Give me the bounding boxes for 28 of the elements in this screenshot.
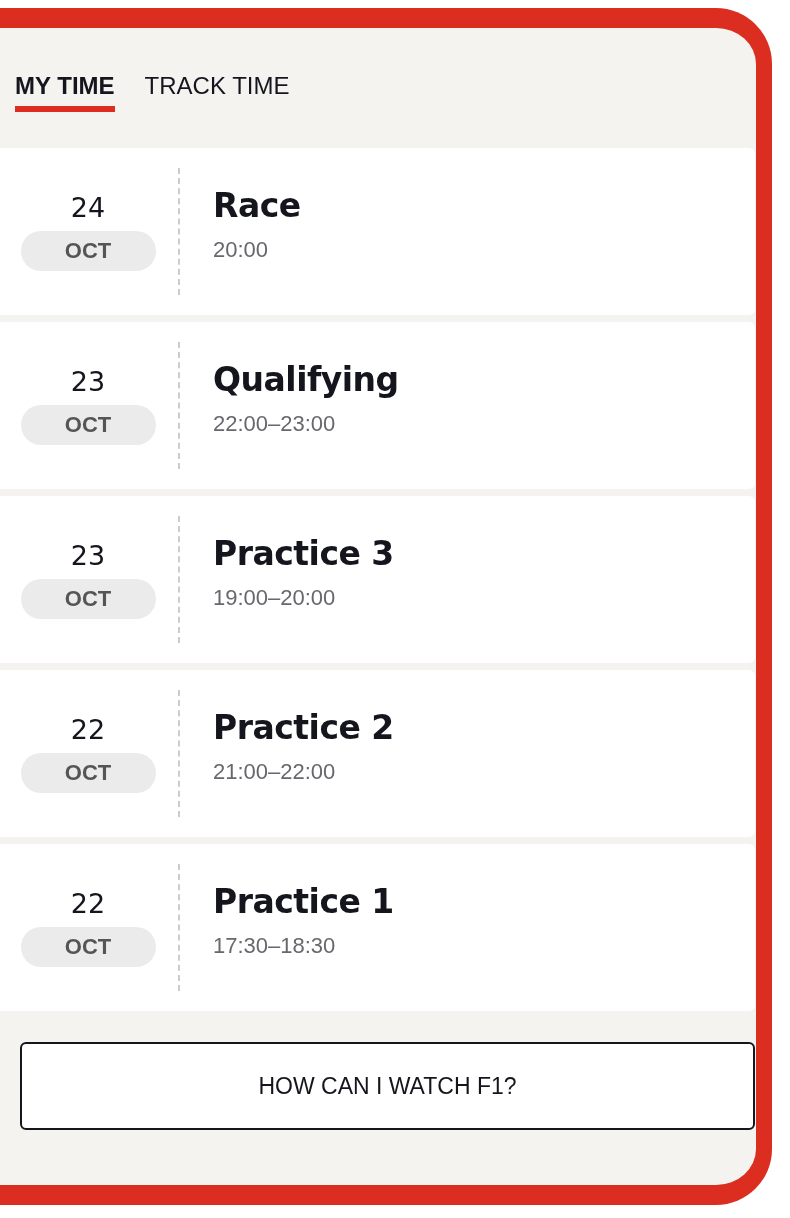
date-day: 24 xyxy=(70,192,106,223)
tab[interactable]: TRACK TIME xyxy=(144,72,290,112)
session-name: Race xyxy=(213,186,301,225)
session-card[interactable]: 23 OCT Qualifying 22:00–23:00 xyxy=(0,322,755,489)
month-badge: OCT xyxy=(20,231,156,271)
session-time: 21:00–22:00 xyxy=(213,759,337,785)
watch-button[interactable]: HOW CAN I WATCH F1? xyxy=(20,1042,755,1130)
session-card[interactable]: 23 OCT Practice 3 19:00–20:00 xyxy=(0,496,755,663)
session-card[interactable]: 22 OCT Practice 2 21:00–22:00 xyxy=(0,670,755,837)
session-time: 22:00–23:00 xyxy=(213,411,337,437)
date-day: 22 xyxy=(70,714,106,745)
session-name: Qualifying xyxy=(213,360,399,399)
session-time: 17:30–18:30 xyxy=(213,933,337,959)
month-badge: OCT xyxy=(20,753,156,793)
month-badge: OCT xyxy=(20,927,156,967)
date-day: 23 xyxy=(70,366,106,397)
session-time: 20:00 xyxy=(213,237,270,263)
session-name: Practice 1 xyxy=(213,882,394,921)
session-card[interactable]: 22 OCT Practice 1 17:30–18:30 xyxy=(0,844,755,1011)
session-card[interactable]: 24 OCT Race 20:00 xyxy=(0,148,755,315)
date-day: 22 xyxy=(70,888,106,919)
tab[interactable]: MY TIME xyxy=(15,72,115,112)
session-time: 19:00–20:00 xyxy=(213,585,337,611)
session-name: Practice 2 xyxy=(213,708,394,747)
month-badge: OCT xyxy=(20,579,156,619)
date-day: 23 xyxy=(70,540,106,571)
session-name: Practice 3 xyxy=(213,534,394,573)
month-badge: OCT xyxy=(20,405,156,445)
